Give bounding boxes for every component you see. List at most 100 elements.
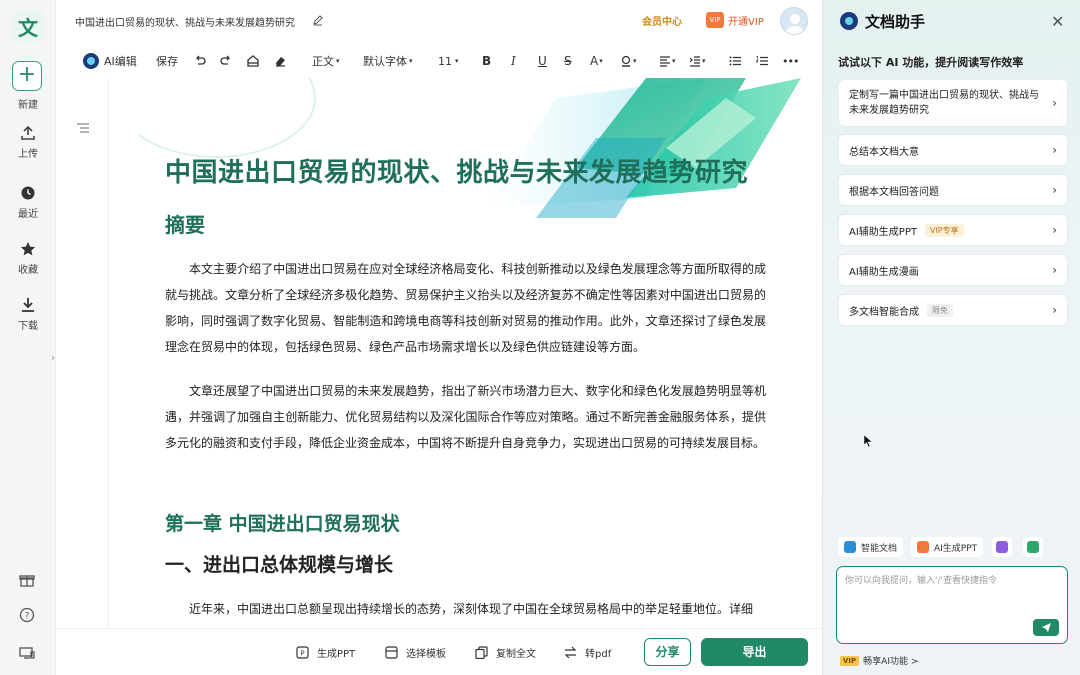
font-color-button[interactable]: A ▾	[590, 53, 603, 69]
ai-edit-label: AI编辑	[104, 55, 137, 68]
assistant-input-box	[836, 566, 1068, 644]
sidebar-item-label: 下载	[18, 321, 38, 332]
assistant-query-input[interactable]	[845, 573, 1061, 613]
new-label[interactable]: 新建	[0, 96, 56, 111]
assistant-card-ai-ppt[interactable]: AI辅助生成PPT VIP专享 ›	[838, 214, 1068, 246]
quick-ai-ppt[interactable]: AI生成PPT	[911, 537, 984, 557]
format-painter-button[interactable]	[246, 53, 260, 69]
assistant-logo-icon	[840, 12, 858, 30]
paragraph-style-value: 正文	[312, 55, 334, 68]
free-badge: 限免	[927, 303, 953, 317]
smart-doc-icon	[844, 541, 856, 553]
section-heading: 一、进出口总体规模与增长	[165, 554, 394, 576]
numbered-list-icon	[755, 56, 768, 66]
doc-title-tab[interactable]: 中国进出口贸易的现状、挑战与未来发展趋势研究	[75, 14, 295, 29]
purple-tool-icon	[996, 541, 1008, 553]
bold-button[interactable]: B	[482, 53, 491, 69]
app-root: 文 + 新建 上传 最近 收藏 下载 › ? 中国进出口贸易的现状、挑战与未来发…	[0, 0, 1080, 675]
abstract-paragraph-2: 文章还展望了中国进出口贸易的未来发展趋势，指出了新兴市场潜力巨大、数字化和绿色化…	[165, 384, 766, 450]
font-family-select[interactable]: 默认字体 ▾	[363, 53, 413, 69]
vip-exclusive-badge: VIP专享	[924, 223, 964, 237]
assistant-card-qa[interactable]: 根据本文档回答问题 ›	[838, 174, 1068, 206]
strikethrough-button[interactable]: S	[564, 53, 572, 69]
member-center-link[interactable]: 会员中心	[642, 13, 682, 28]
chevron-right-icon: ›	[1052, 96, 1057, 110]
open-vip-button[interactable]: VIP 开通VIP	[706, 9, 764, 31]
ppt-icon: P	[296, 646, 309, 659]
indent-icon	[689, 56, 700, 67]
send-button[interactable]	[1033, 619, 1059, 636]
assistant-card-summarize[interactable]: 总结本文档大意 ›	[838, 134, 1068, 166]
outline-icon[interactable]	[76, 122, 90, 134]
format-painter-icon	[247, 55, 259, 67]
underline-button[interactable]: U	[538, 53, 547, 69]
paragraph-style-select[interactable]: 正文 ▾	[312, 53, 340, 69]
highlight-button[interactable]: ▾	[619, 53, 637, 69]
align-button[interactable]: ▾	[658, 53, 676, 69]
copy-all-button[interactable]: 复制全文	[475, 645, 536, 660]
assistant-card-multi-doc[interactable]: 多文档智能合成 限免 ›	[838, 294, 1068, 326]
template-icon	[385, 646, 398, 659]
card-label: 总结本文档大意	[849, 146, 919, 158]
star-icon	[20, 242, 36, 256]
app-logo[interactable]: 文	[12, 10, 44, 42]
convert-pdf-button[interactable]: 转pdf	[564, 645, 611, 660]
convert-pdf-label: 转pdf	[585, 649, 612, 660]
mouse-cursor-icon	[864, 435, 872, 447]
share-button[interactable]: 分享	[644, 638, 691, 666]
ai-edit-button[interactable]: AI编辑	[83, 53, 137, 69]
gift-icon[interactable]	[18, 571, 36, 589]
card-label: 多文档智能合成	[849, 306, 919, 318]
sidebar-item-label: 最近	[18, 209, 38, 220]
copy-icon	[475, 646, 488, 659]
copy-all-label: 复制全文	[496, 649, 536, 660]
undo-button[interactable]	[193, 53, 207, 69]
eraser-icon	[276, 57, 285, 67]
abstract-heading: 摘要	[165, 213, 205, 237]
sidebar-item-upload[interactable]: 上传	[0, 124, 56, 160]
choose-template-button[interactable]: 选择模板	[385, 645, 446, 660]
sidebar-item-recent[interactable]: 最近	[0, 184, 56, 220]
generate-ppt-button[interactable]: P 生成PPT	[296, 645, 355, 660]
quick-smart-doc[interactable]: 智能文档	[838, 537, 904, 557]
chapter-heading: 第一章 中国进出口贸易现状	[165, 513, 400, 535]
chevron-right-icon: ›	[1052, 303, 1057, 317]
edit-pencil-icon[interactable]	[312, 14, 324, 26]
card-label: AI辅助生成PPT	[849, 226, 917, 238]
new-button[interactable]: +	[12, 61, 42, 91]
font-size-select[interactable]: 11 ▾	[438, 53, 459, 69]
save-button[interactable]: 保存	[156, 53, 178, 69]
bullet-list-button[interactable]	[728, 53, 742, 69]
undo-icon	[196, 55, 206, 65]
italic-button[interactable]: I	[511, 53, 516, 69]
quick-purple-tool[interactable]	[992, 537, 1012, 557]
vip-ai-link[interactable]: VIP 畅享AI功能 >	[840, 654, 918, 667]
avatar[interactable]	[780, 7, 808, 35]
quick-label: 智能文档	[861, 543, 898, 554]
assistant-subtitle: 试试以下 AI 功能，提升阅读写作效率	[838, 56, 1024, 69]
redo-button[interactable]	[219, 53, 233, 69]
document-canvas[interactable]: 中国进出口贸易的现状、挑战与未来发展趋势研究 摘要 本文主要介绍了中国进出口贸易…	[56, 78, 822, 628]
numbered-list-button[interactable]	[755, 53, 769, 69]
device-icon[interactable]	[18, 644, 36, 662]
more-button[interactable]: •••	[782, 53, 799, 69]
clear-format-button[interactable]	[273, 53, 287, 69]
quick-green-tool[interactable]	[1023, 537, 1043, 557]
close-icon[interactable]: ✕	[1051, 12, 1064, 31]
quick-label: AI生成PPT	[934, 543, 978, 554]
sidebar-item-favorites[interactable]: 收藏	[0, 240, 56, 276]
assistant-card-ai-comic[interactable]: AI辅助生成漫画 ›	[838, 254, 1068, 286]
svg-text:P: P	[300, 650, 304, 658]
sidebar-item-download[interactable]: 下载	[0, 296, 56, 332]
card-label: AI辅助生成漫画	[849, 266, 919, 278]
svg-text:?: ?	[25, 612, 30, 622]
chevron-right-icon: ›	[1052, 183, 1057, 197]
export-button[interactable]: 导出	[701, 638, 808, 666]
document-title: 中国进出口贸易的现状、挑战与未来发展趋势研究	[165, 158, 749, 188]
help-icon[interactable]: ?	[18, 606, 36, 624]
highlight-icon	[621, 55, 631, 67]
font-family-value: 默认字体	[363, 55, 407, 68]
indent-button[interactable]: ▾	[688, 53, 706, 69]
assistant-card-custom-write[interactable]: 定制写一篇中国进出口贸易的现状、挑战与未来发展趋势研究 ›	[838, 79, 1068, 127]
section-paragraph-1: 近年来，中国进出口总额呈现出持续增长的态势，深刻体现了中国在全球贸易格局中的举足…	[189, 602, 754, 616]
